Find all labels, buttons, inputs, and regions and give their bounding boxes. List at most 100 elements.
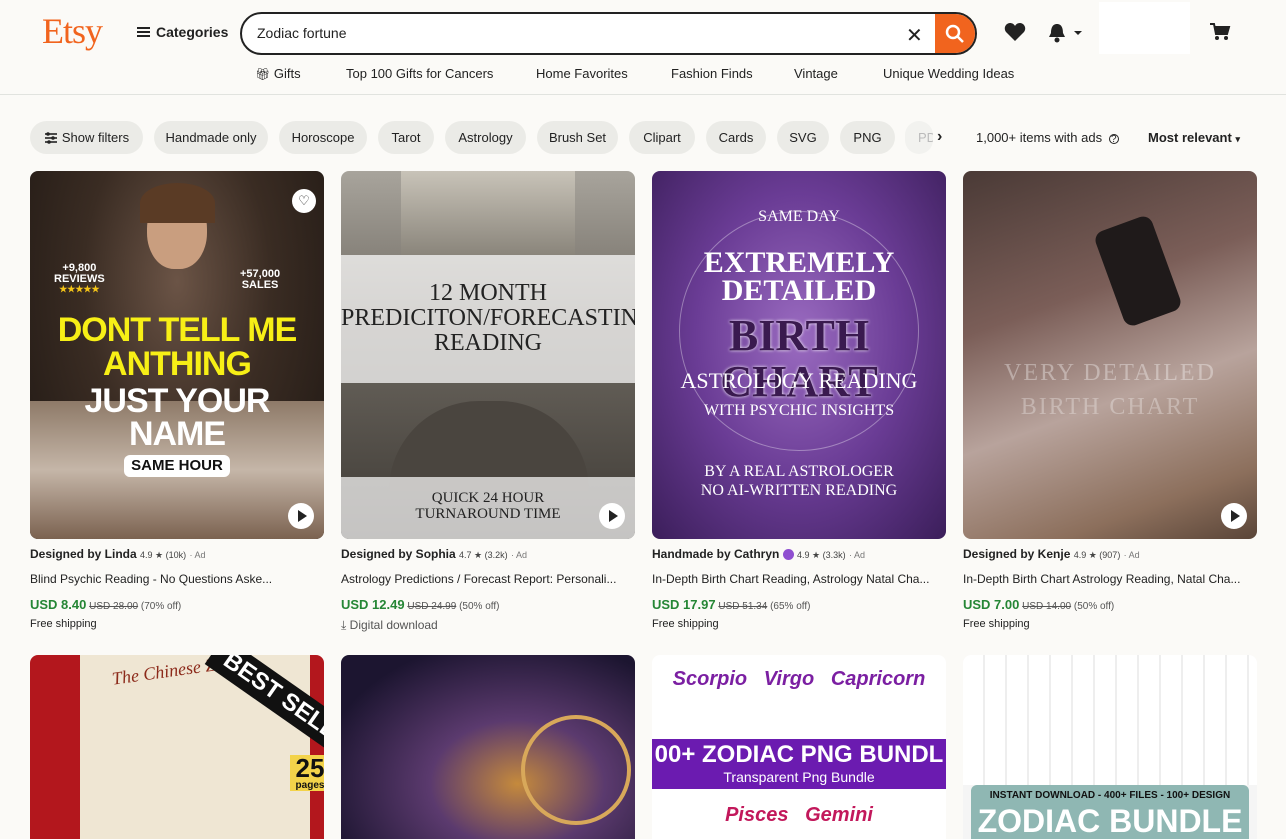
favorites-button[interactable] [1004,22,1026,47]
ad-tag: · Ad [189,550,206,560]
image-title: 12 MONTH PREDICITON/FORECASTING READING [341,280,635,357]
notifications-button[interactable] [1047,22,1083,49]
clear-icon[interactable]: ✕ [906,23,923,48]
chip-svg[interactable]: SVG [777,121,829,154]
listing-image[interactable]: The Chinese Zodi BEST SELL 25 pages [30,655,324,839]
filter-icon [44,131,57,144]
ad-tag: · Ad [1123,550,1140,560]
chip-pdf[interactable]: PDF [905,121,933,154]
nav-item-gifts[interactable]: 🎁︎ Gifts [255,66,301,81]
listing-image[interactable]: VERY DETAILED BIRTH CHART [963,171,1257,539]
image-line1: INSTANT DOWNLOAD - 400+ FILES - 100+ DES… [989,790,1231,801]
same-hour-badge: SAME HOUR [124,455,230,477]
chip-horoscope[interactable]: Horoscope [279,121,367,154]
nav-item-wedding[interactable]: Unique Wedding Ideas [883,66,1014,81]
chip-brush-set[interactable]: Brush Set [537,121,618,154]
show-filters-label: Show filters [61,130,130,145]
listing-title[interactable]: In-Depth Birth Chart Astrology Reading, … [963,572,1257,586]
play-video-button[interactable] [288,503,314,529]
listing-image[interactable] [341,655,635,839]
cart-button[interactable] [1209,22,1231,47]
shipping-label: Free shipping [963,618,1030,630]
chevron-right-icon[interactable]: › [937,128,942,146]
nav-item-top100[interactable]: Top 100 Gifts for Cancers [346,66,493,81]
image-line3: Transparent Png Bundle [723,769,875,785]
favorite-button[interactable]: ♡ [292,189,316,213]
image-line7: BY A REAL ASTROLOGER [704,463,894,480]
building-facade [401,171,575,255]
page-count: 25 pages [290,755,324,791]
caret-down-icon: ▾ [1235,134,1240,144]
rating: 4.9 ★ (907) [1073,550,1121,560]
image-line3: DETAILED [721,274,877,307]
seller-name[interactable]: Designed by Kenje [963,547,1070,561]
image-subtitle: QUICK 24 HOUR TURNAROUND TIME [415,490,561,522]
headline-line2: ANTHING [103,345,252,383]
info-icon[interactable]: ? [1108,134,1119,145]
image-line2: 00+ ZODIAC PNG BUNDL [654,741,944,768]
image-line1: SAME DAY [758,208,840,225]
cart-icon [1210,23,1231,40]
price-row: USD 7.00 USD 14.00 (50% off) [963,597,1115,612]
search-button[interactable] [935,14,975,53]
nav-item-home-favorites[interactable]: Home Favorites [536,66,628,81]
categories-label: Categories [156,24,229,40]
listing-meta: Designed by Kenje 4.9 ★ (907) · Ad In-De… [963,547,1257,630]
image-line2: ZODIAC BUNDLE [977,803,1243,839]
image-line1: Scorpio Virgo Capricorn [672,668,926,690]
deck-object [1092,213,1184,329]
chip-handmade[interactable]: Handmade only [154,121,268,154]
play-video-button[interactable] [599,503,625,529]
chip-cards[interactable]: Cards [706,121,766,154]
heart-icon [1004,23,1026,41]
bell-icon [1049,24,1082,43]
listing-image[interactable]: +9,800 REVIEWS ★★★★★ +57,000 SALES DONT TEL… [30,171,324,539]
digital-download: ⤓ Digital download [341,618,438,632]
sort-dropdown[interactable]: Most relevant ▾ [1148,130,1240,145]
listing-image[interactable]: Scorpio Virgo Capricorn 00+ ZODIAC PNG B… [652,655,946,839]
image-line5: ASTROLOGY READING [680,368,918,393]
nav-item-fashion-finds[interactable]: Fashion Finds [671,66,753,81]
hamburger-icon [137,27,150,37]
chip-png[interactable]: PNG [840,121,895,154]
listing-title[interactable]: Blind Psychic Reading - No Questions Ask… [30,572,324,586]
search-input[interactable] [257,25,857,41]
chip-tarot[interactable]: Tarot [378,121,434,154]
rating: 4.7 ★ (3.2k) [459,550,508,560]
heart-outline-icon: ♡ [298,193,310,208]
chip-clipart[interactable]: Clipart [629,121,695,154]
rating: 4.9 ★ (10k) [140,550,187,560]
show-filters-button[interactable]: Show filters [30,121,143,154]
nav-item-vintage[interactable]: Vintage [794,66,838,81]
listing-image[interactable]: 12 MONTH PREDICITON/FORECASTING READING … [341,171,635,539]
result-count: 1,000+ items with ads ? [976,130,1119,145]
star-seller-icon [782,549,794,561]
sales-badge: +57,000 SALES [240,268,281,291]
seller-name[interactable]: Handmade by Cathryn [652,547,779,561]
image-line8: NO AI-WRITTEN READING [700,482,898,499]
account-area[interactable] [1099,2,1190,54]
listing-title[interactable]: Astrology Predictions / Forecast Report:… [341,572,635,586]
chip-astrology[interactable]: Astrology [445,121,526,154]
categories-button[interactable]: Categories [137,24,228,40]
listing-title[interactable]: In-Depth Birth Chart Reading, Astrology … [652,572,946,586]
listing-image[interactable]: INSTANT DOWNLOAD - 400+ FILES - 100+ DES… [963,655,1257,839]
seller-name[interactable]: Designed by Sophia [341,547,456,561]
golden-wheel [521,715,631,825]
shipping-label: Free shipping [30,618,97,630]
image-line4: Pisces Gemini [725,804,873,826]
headline-line3: JUST YOUR [84,382,271,420]
seller-name[interactable]: Designed by Linda [30,547,137,561]
listing-meta: Designed by Sophia 4.7 ★ (3.2k) · Ad Ast… [341,547,635,632]
play-video-button[interactable] [1221,503,1247,529]
headline-line1: DONT TELL ME [57,311,298,349]
site-header: Etsy Categories ✕ 🎁︎ Gifts Top 100 Gifts… [0,0,1286,95]
price-row: USD 17.97 USD 51.34 (65% off) [652,597,811,612]
zodiac-symbols-grid [963,655,1257,785]
category-nav: 🎁︎ Gifts Top 100 Gifts for Cancers Home … [0,66,1286,84]
etsy-logo[interactable]: Etsy [42,10,103,52]
listing-image[interactable]: SAME DAY EXTREMELY DETAILED BIRTH CHART … [652,171,946,539]
filter-bar: Show filters Handmade only Horoscope Tar… [0,121,1286,155]
image-line6: WITH PSYCHIC INSIGHTS [703,402,895,419]
headline-line4: NAME [128,415,226,453]
